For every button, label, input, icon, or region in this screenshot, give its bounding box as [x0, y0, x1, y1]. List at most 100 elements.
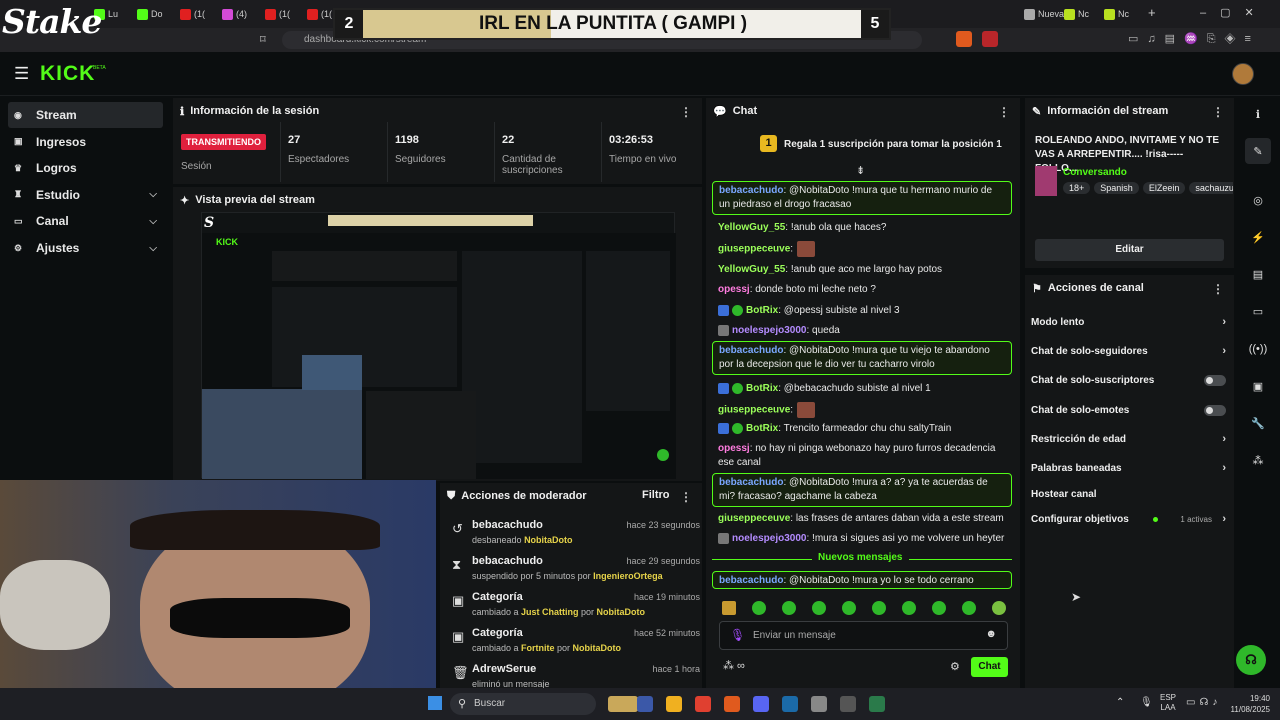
chat-message[interactable]: YellowGuy_55: !anub que aco me largo hay…	[712, 261, 1012, 279]
info-rail-icon[interactable]: ℹ	[1245, 101, 1271, 127]
browser-tab[interactable]: Nc	[1064, 6, 1089, 22]
chat-message[interactable]: BotRix: @opessj subiste al nivel 3	[712, 302, 1012, 320]
category-name[interactable]: Conversando	[1063, 167, 1127, 178]
mod-kebab-icon[interactable]: ⋮	[680, 490, 692, 504]
chat-username[interactable]: BotRix	[746, 383, 778, 394]
new-messages-divider[interactable]: Nuevos mensajes	[712, 551, 1012, 567]
points-icon[interactable]: ⁂ ∞	[723, 659, 745, 672]
channel-action-row[interactable]: Modo lento ›	[1031, 312, 1226, 332]
broadcast-rail-icon[interactable]: ((•))	[1245, 336, 1271, 362]
chat-message[interactable]: bebacachudo: @NobitaDoto !mura yo lo se …	[712, 571, 1012, 589]
avatar[interactable]	[1232, 63, 1254, 85]
scroll-down-icon[interactable]: ⇟	[856, 164, 865, 177]
mod-action-row[interactable]: ↺ bebacachudo hace 23 segundos desbaneado N…	[450, 517, 700, 551]
tag-chip[interactable]: sachauzu	[1189, 182, 1233, 194]
tag-chip[interactable]: Spanish	[1094, 182, 1139, 194]
toggle-switch[interactable]	[1204, 374, 1226, 386]
chat-username[interactable]: YellowGuy_55	[718, 222, 785, 233]
chat-message[interactable]: YellowGuy_55: !anub ola que haces?	[712, 219, 1012, 237]
epic-games-icon[interactable]	[840, 696, 856, 712]
chat-username[interactable]: giuseppeceuve	[718, 244, 790, 255]
language-indicator[interactable]: ESP LAA	[1160, 693, 1176, 713]
chat-username[interactable]: giuseppeceuve	[718, 405, 790, 416]
chat-message[interactable]: bebacachudo: @NobitaDoto !mura a? a? ya …	[712, 473, 1012, 507]
sidebar-item-ingresos[interactable]: ▣ Ingresos	[8, 129, 163, 155]
channel-action-row[interactable]: Restricción de edad ›	[1031, 429, 1226, 449]
emote-icon[interactable]	[932, 601, 946, 615]
edit-button[interactable]: Editar	[1035, 239, 1224, 261]
chat-username[interactable]: noelespejo3000	[732, 325, 806, 336]
browser-tab[interactable]: (1(	[180, 6, 205, 22]
channel-action-row[interactable]: Chat de solo-emotes	[1031, 400, 1226, 420]
emoji-icon[interactable]: ☻	[985, 628, 997, 640]
widgets-icon[interactable]	[608, 696, 638, 712]
steam-icon[interactable]	[782, 696, 798, 712]
new-tab-icon[interactable]: +	[1148, 5, 1156, 20]
edit-rail-icon[interactable]: ✎	[1245, 138, 1271, 164]
browser-tab[interactable]: Nc	[1104, 6, 1129, 22]
brave-shield-icon[interactable]	[956, 31, 972, 47]
toggle-switch[interactable]	[1204, 404, 1226, 416]
target-rail-icon[interactable]: ◎	[1245, 187, 1271, 213]
emote-icon[interactable]	[962, 601, 976, 615]
sidebar-item-stream[interactable]: ◉ Stream	[8, 102, 163, 128]
chat-message[interactable]: giuseppeceuve:	[712, 239, 1012, 259]
taskbar-search[interactable]: Buscar	[450, 693, 596, 715]
channel-action-row[interactable]: Hostear canal	[1031, 484, 1226, 504]
pinned-gift-message[interactable]: Regala 1 suscripción para tomar la posic…	[784, 139, 1002, 150]
mic-tray-icon[interactable]: 🎙	[1140, 697, 1153, 708]
mic-icon[interactable]: 🎙	[730, 628, 745, 642]
chat-kebab-icon[interactable]: ⋮	[998, 105, 1010, 119]
sidebar-item-canal[interactable]: ▭ Canal ⌵	[8, 208, 163, 234]
chat-message[interactable]: bebacachudo: @NobitaDoto !mura que tu vi…	[712, 341, 1012, 375]
info-kebab-icon[interactable]: ⋮	[1212, 105, 1224, 119]
emote-icon[interactable]	[902, 601, 916, 615]
obs-icon[interactable]	[811, 696, 827, 712]
emote-icon[interactable]	[722, 601, 736, 615]
chat-username[interactable]: BotRix	[746, 305, 778, 316]
mod-action-row[interactable]: ▣ Categoría hace 52 minutos cambiado a Fort…	[450, 625, 700, 659]
actions-kebab-icon[interactable]: ⋮	[1212, 282, 1224, 296]
chat-username[interactable]: bebacachudo	[719, 345, 783, 356]
browser-tab[interactable]: Nueva	[1024, 6, 1064, 22]
brave-rewards-icon[interactable]	[982, 31, 998, 47]
chat-username[interactable]: bebacachudo	[719, 477, 783, 488]
chat-message[interactable]: noelespejo3000: !mura si sigues asi yo m…	[712, 530, 1012, 548]
kebab-icon[interactable]: ⋮	[680, 105, 692, 119]
chat-username[interactable]: YellowGuy_55	[718, 264, 785, 275]
chat-username[interactable]: opessj	[718, 284, 750, 295]
chat-message[interactable]: giuseppeceuve: las frases de antares dab…	[712, 510, 1012, 528]
chrome-icon[interactable]	[695, 696, 711, 712]
channel-action-row[interactable]: Palabras baneadas ›	[1031, 458, 1226, 478]
emote-icon[interactable]	[992, 601, 1006, 615]
brave-icon[interactable]	[724, 696, 740, 712]
chat-message[interactable]: BotRix: Trencito farmeador chu chu salty…	[712, 420, 1012, 438]
wrench-rail-icon[interactable]: 🔧	[1245, 410, 1271, 436]
support-icon[interactable]: ☊	[1236, 645, 1266, 675]
chat-username[interactable]: giuseppeceuve	[718, 513, 790, 524]
calculator-icon[interactable]	[869, 696, 885, 712]
browser-tab[interactable]: Do	[137, 6, 163, 22]
apps-rail-icon[interactable]: ⁂	[1245, 447, 1271, 473]
chat-username[interactable]: bebacachudo	[719, 575, 783, 586]
filter-button[interactable]: Filtro	[642, 489, 670, 501]
chat-settings-icon[interactable]: ⚙	[950, 660, 960, 673]
system-tray-icons[interactable]: ▭☊♪	[1186, 697, 1221, 708]
channel-action-row[interactable]: Chat de solo-suscriptores	[1031, 370, 1226, 390]
mod-action-row[interactable]: ▣ Categoría hace 19 minutos cambiado a Just…	[450, 589, 700, 623]
bookmark-icon[interactable]: ⌑	[260, 33, 266, 46]
channel-action-row[interactable]: Chat de solo-seguidores ›	[1031, 341, 1226, 361]
chat-message[interactable]: opessj: donde boto mi leche neto ?	[712, 281, 1012, 299]
chat-message[interactable]: opessj: no hay ni pinga webonazo hay pur…	[712, 440, 1012, 472]
window-controls[interactable]: –▢✕	[1200, 6, 1268, 19]
emote-icon[interactable]	[812, 601, 826, 615]
tag-chip[interactable]: 18+	[1063, 182, 1091, 194]
file-explorer-icon[interactable]	[666, 696, 682, 712]
chat-message[interactable]: bebacachudo: @NobitaDoto !mura que tu he…	[712, 181, 1012, 215]
sidebar-item-estudio[interactable]: ♜ Estudio ⌵	[8, 182, 163, 208]
tray-chevron-icon[interactable]: ⌃	[1116, 697, 1124, 708]
document-rail-icon[interactable]: ▤	[1245, 261, 1271, 287]
browser-tab[interactable]: (4)	[222, 6, 247, 22]
send-chat-button[interactable]: Chat	[971, 657, 1008, 677]
chat-username[interactable]: noelespejo3000	[732, 533, 806, 544]
